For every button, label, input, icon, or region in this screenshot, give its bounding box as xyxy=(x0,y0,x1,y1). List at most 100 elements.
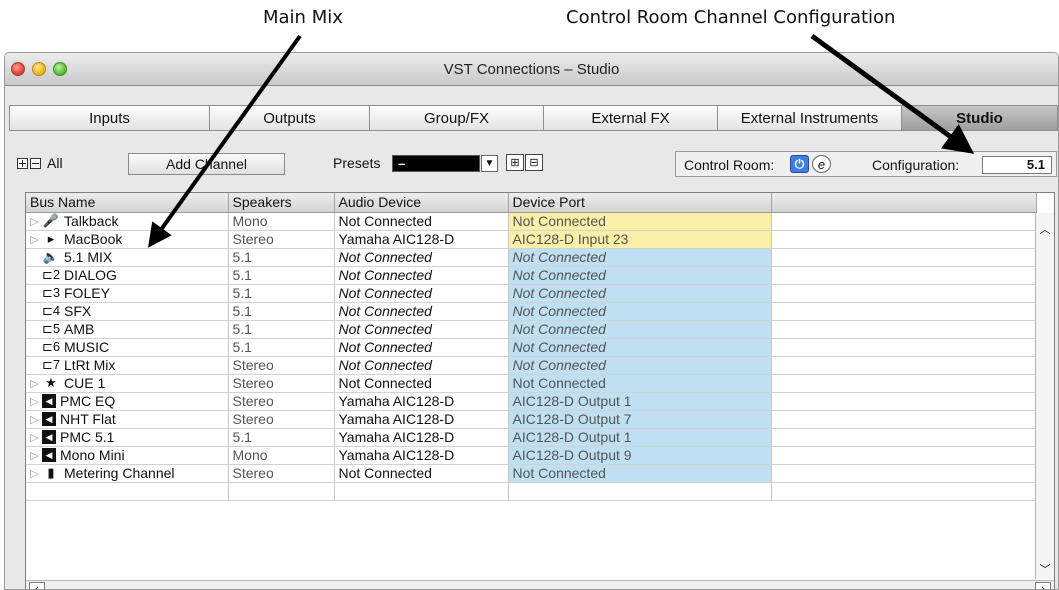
device-port-cell[interactable]: AIC128-D Output 1 xyxy=(508,428,772,447)
tab-studio[interactable]: Studio xyxy=(901,105,1058,131)
speakers-cell[interactable]: Stereo xyxy=(228,392,335,411)
bus-name-cell[interactable]: ▷ ◀ NHT Flat xyxy=(26,410,229,429)
audio-device-cell[interactable]: Not Connected xyxy=(334,266,509,285)
table-row[interactable]: 🔈 5.1 MIX 5.1 Not Connected Not Connected xyxy=(26,248,1037,267)
column-header-bus-name[interactable]: Bus Name xyxy=(26,193,229,213)
expand-triangle-icon[interactable]: ▷ xyxy=(30,431,42,444)
control-room-power-icon[interactable]: ⏻ xyxy=(790,155,809,173)
speakers-cell[interactable]: Stereo xyxy=(228,374,335,393)
audio-device-cell[interactable]: Not Connected xyxy=(334,320,509,339)
tab-external-instruments[interactable]: External Instruments xyxy=(717,105,901,131)
device-port-cell[interactable]: AIC128-D Output 9 xyxy=(508,446,772,465)
table-row[interactable]: ▷ ◀ Mono Mini Mono Yamaha AIC128-D AIC128-D O… xyxy=(26,446,1037,465)
table-row[interactable]: ⊏7 LtRt Mix Stereo Not Connected Not Connect… xyxy=(26,356,1037,375)
audio-device-cell[interactable]: Yamaha AIC128-D xyxy=(334,230,509,249)
expand-all-icon[interactable] xyxy=(17,157,28,169)
collapse-all-icon[interactable] xyxy=(30,157,41,169)
table-row[interactable]: ▷ 🎤 Talkback Mono Not Connected Not Connected xyxy=(26,212,1037,231)
bus-name-cell[interactable]: ⊏2 DIALOG xyxy=(26,266,229,285)
speakers-cell[interactable]: Stereo xyxy=(228,410,335,429)
bus-name-cell[interactable]: ⊏3 FOLEY xyxy=(26,284,229,303)
expand-triangle-icon[interactable]: ▷ xyxy=(30,233,42,246)
audio-device-cell[interactable]: Yamaha AIC128-D xyxy=(334,446,509,465)
audio-device-cell[interactable]: Not Connected xyxy=(334,464,509,483)
bus-name-cell[interactable]: ▷ ★ CUE 1 xyxy=(26,374,229,393)
device-port-cell[interactable]: Not Connected xyxy=(508,320,772,339)
tab-inputs[interactable]: Inputs xyxy=(9,105,209,131)
presets-dropdown-icon[interactable]: ▼ xyxy=(481,155,498,172)
add-channel-button[interactable]: Add Channel xyxy=(128,153,285,175)
table-row[interactable]: ▷ ◀ PMC EQ Stereo Yamaha AIC128-D AIC128-D Ou… xyxy=(26,392,1037,411)
table-row[interactable]: ⊏3 FOLEY 5.1 Not Connected Not Connected xyxy=(26,284,1037,303)
bus-name-cell[interactable]: 🔈 5.1 MIX xyxy=(26,248,229,267)
column-header-device-port[interactable]: Device Port xyxy=(508,193,772,213)
audio-device-cell[interactable]: Yamaha AIC128-D xyxy=(334,428,509,447)
expand-triangle-icon[interactable]: ▷ xyxy=(30,395,42,408)
audio-device-cell[interactable]: Not Connected xyxy=(334,356,509,375)
tab-outputs[interactable]: Outputs xyxy=(209,105,369,131)
scroll-up-icon[interactable]: ︿ xyxy=(1038,221,1052,236)
table-row[interactable]: ▷ ▮ Metering Channel Stereo Not Connected Not… xyxy=(26,464,1037,483)
table-row[interactable]: ⊏4 SFX 5.1 Not Connected Not Connected xyxy=(26,302,1037,321)
device-port-cell[interactable]: Not Connected xyxy=(508,212,772,231)
expand-triangle-icon[interactable]: ▷ xyxy=(30,467,42,480)
expand-triangle-icon[interactable]: ▷ xyxy=(30,377,42,390)
scroll-left-icon[interactable]: ‹ xyxy=(29,582,45,589)
table-row[interactable]: ▷ ◀ PMC 5.1 5.1 Yamaha AIC128-D AIC128-D Outp… xyxy=(26,428,1037,447)
table-row[interactable]: ⊏6 MUSIC 5.1 Not Connected Not Connected xyxy=(26,338,1037,357)
table-row[interactable]: ⊏5 AMB 5.1 Not Connected Not Connected xyxy=(26,320,1037,339)
audio-device-cell[interactable]: Not Connected xyxy=(334,374,509,393)
horizontal-scrollbar[interactable]: ‹ › xyxy=(26,580,1054,589)
speakers-cell[interactable]: Stereo xyxy=(228,464,335,483)
audio-device-cell[interactable]: Not Connected xyxy=(334,302,509,321)
speakers-cell[interactable]: 5.1 xyxy=(228,428,335,447)
device-port-cell[interactable]: AIC128-D Input 23 xyxy=(508,230,772,249)
device-port-cell[interactable]: Not Connected xyxy=(508,248,772,267)
device-port-cell[interactable]: Not Connected xyxy=(508,374,772,393)
device-port-cell[interactable]: Not Connected xyxy=(508,302,772,321)
device-port-cell[interactable]: Not Connected xyxy=(508,284,772,303)
table-row[interactable]: ▷ ◀ NHT Flat Stereo Yamaha AIC128-D AIC128-D … xyxy=(26,410,1037,429)
device-port-cell[interactable]: Not Connected xyxy=(508,356,772,375)
expand-triangle-icon[interactable]: ▷ xyxy=(30,215,42,228)
scroll-down-icon[interactable]: ﹀ xyxy=(1038,561,1052,576)
bus-name-cell[interactable]: ⊏6 MUSIC xyxy=(26,338,229,357)
audio-device-cell[interactable]: Not Connected xyxy=(334,248,509,267)
bus-name-cell[interactable]: ▷ ▮ Metering Channel xyxy=(26,464,229,483)
speakers-cell[interactable]: 5.1 xyxy=(228,266,335,285)
speakers-cell[interactable]: 5.1 xyxy=(228,338,335,357)
column-header-speakers[interactable]: Speakers xyxy=(228,193,335,213)
vertical-scrollbar[interactable]: ︿ ﹀ xyxy=(1035,213,1054,579)
audio-device-cell[interactable]: Yamaha AIC128-D xyxy=(334,392,509,411)
bus-name-cell[interactable]: ⊏7 LtRt Mix xyxy=(26,356,229,375)
bus-name-cell[interactable]: ▷ ◀ Mono Mini xyxy=(26,446,229,465)
audio-device-cell[interactable]: Yamaha AIC128-D xyxy=(334,410,509,429)
exclusive-e-icon[interactable]: e xyxy=(812,155,831,173)
expand-triangle-icon[interactable]: ▷ xyxy=(30,413,42,426)
audio-device-cell[interactable]: Not Connected xyxy=(334,338,509,357)
speakers-cell[interactable]: 5.1 xyxy=(228,302,335,321)
bus-name-cell[interactable]: ▷ ◀ PMC EQ xyxy=(26,392,229,411)
table-row[interactable]: ▷ ▸ MacBook Stereo Yamaha AIC128-D AIC128-D I… xyxy=(26,230,1037,249)
speakers-cell[interactable]: Mono xyxy=(228,212,335,231)
configuration-value[interactable]: 5.1 xyxy=(982,156,1052,174)
bus-name-cell[interactable]: ⊏4 SFX xyxy=(26,302,229,321)
speakers-cell[interactable]: 5.1 xyxy=(228,284,335,303)
table-row[interactable]: ▷ ★ CUE 1 Stereo Not Connected Not Connected xyxy=(26,374,1037,393)
expand-triangle-icon[interactable]: ▷ xyxy=(30,449,42,462)
store-preset-icon[interactable]: ⊞ xyxy=(506,154,524,171)
tab-external-fx[interactable]: External FX xyxy=(543,105,717,131)
speakers-cell[interactable]: Stereo xyxy=(228,356,335,375)
bus-name-cell[interactable]: ▷ ◀ PMC 5.1 xyxy=(26,428,229,447)
column-header-audio-device[interactable]: Audio Device xyxy=(334,193,509,213)
bus-name-cell[interactable]: ▷ 🎤 Talkback xyxy=(26,212,229,231)
speakers-cell[interactable]: Stereo xyxy=(228,230,335,249)
tab-group-fx[interactable]: Group/FX xyxy=(369,105,543,131)
device-port-cell[interactable]: AIC128-D Output 7 xyxy=(508,410,772,429)
device-port-cell[interactable]: AIC128-D Output 1 xyxy=(508,392,772,411)
audio-device-cell[interactable]: Not Connected xyxy=(334,284,509,303)
speakers-cell[interactable]: 5.1 xyxy=(228,320,335,339)
scroll-right-icon[interactable]: › xyxy=(1035,582,1051,589)
device-port-cell[interactable]: Not Connected xyxy=(508,338,772,357)
audio-device-cell[interactable]: Not Connected xyxy=(334,212,509,231)
